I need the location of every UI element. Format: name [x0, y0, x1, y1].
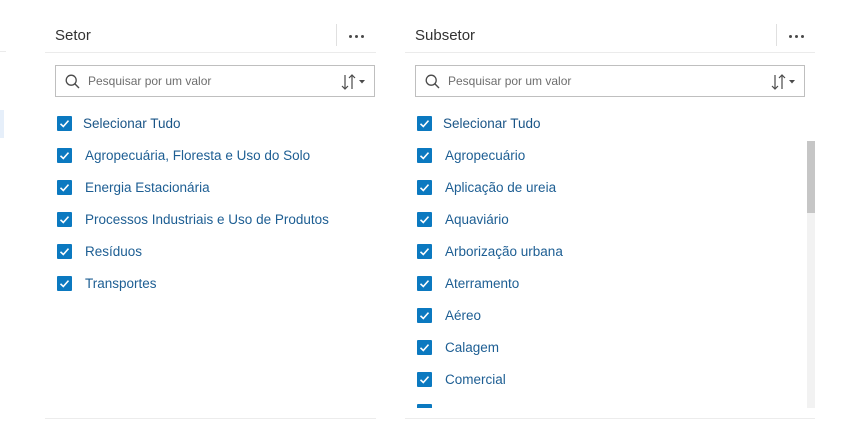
search-box	[415, 65, 805, 97]
checkbox-checked-icon[interactable]	[57, 148, 72, 163]
list-item[interactable]: Comercial	[417, 369, 815, 401]
more-options-button[interactable]	[345, 26, 369, 46]
checkbox-checked-icon[interactable]	[57, 244, 72, 259]
list-item[interactable]: Aterramento	[417, 273, 815, 305]
search-input[interactable]	[88, 72, 323, 90]
checkbox-checked-icon[interactable]	[417, 116, 432, 131]
sort-icon	[341, 74, 365, 90]
checkbox-checked-icon[interactable]	[417, 308, 432, 323]
list-item-label: Agropecuária, Floresta e Uso do Solo	[85, 148, 311, 163]
list-item[interactable]: Aplicação de ureia	[417, 177, 815, 209]
list-item-label: Agropecuário	[445, 148, 526, 163]
sort-icon	[771, 74, 795, 90]
panel-title: Subsetor	[415, 27, 476, 44]
panel-header: Setor	[45, 0, 376, 53]
value-list: Selecionar Tudo Agropecuário Aplicação d…	[417, 113, 815, 408]
more-horizontal-icon	[349, 35, 352, 38]
setor-filter-panel: Setor Selecionar Tudo	[45, 0, 376, 448]
list-item[interactable]: Agropecuário	[417, 145, 815, 177]
value-list-viewport: Selecionar Tudo Agropecuário Aplicação d…	[405, 113, 815, 408]
search-box	[55, 65, 375, 97]
checkbox-checked-icon[interactable]	[417, 404, 432, 408]
checkbox-checked-icon[interactable]	[417, 212, 432, 227]
header-divider	[336, 24, 337, 46]
checkbox-checked-icon[interactable]	[57, 276, 72, 291]
checkbox-checked-icon[interactable]	[417, 276, 432, 291]
list-item-label: Transportes	[85, 276, 157, 291]
list-item[interactable]: Agropecuária, Floresta e Uso do Solo	[57, 145, 376, 177]
list-item-label: Processos Industriais e Uso de Produtos	[85, 212, 329, 227]
checkbox-checked-icon[interactable]	[417, 180, 432, 195]
checkbox-checked-icon[interactable]	[417, 244, 432, 259]
list-item[interactable]: Calagem	[417, 337, 815, 369]
list-item-label: Calagem	[445, 340, 500, 355]
checkbox-checked-icon[interactable]	[417, 340, 432, 355]
list-item[interactable]: Aéreo	[417, 305, 815, 337]
checkbox-checked-icon[interactable]	[417, 148, 432, 163]
search-icon	[65, 74, 80, 89]
more-options-button[interactable]	[785, 26, 809, 46]
list-item-label: Aterramento	[445, 276, 520, 291]
checkbox-checked-icon[interactable]	[57, 180, 72, 195]
scrollbar-thumb[interactable]	[807, 141, 815, 213]
left-edge-divider	[0, 51, 6, 52]
list-item-label: Arborização urbana	[445, 244, 563, 259]
left-edge-selection-indicator	[0, 110, 4, 138]
list-item[interactable]: Aquaviário	[417, 209, 815, 241]
value-list: Selecionar Tudo Agropecuária, Floresta e…	[57, 113, 376, 305]
scrollbar[interactable]	[807, 141, 815, 408]
list-item[interactable]: Transportes	[57, 273, 376, 305]
panel-title: Setor	[55, 27, 91, 44]
list-item-label: Comercial	[445, 372, 506, 387]
search-icon	[425, 74, 440, 89]
select-all-item[interactable]: Selecionar Tudo	[57, 113, 376, 145]
list-item-partial[interactable]	[417, 401, 815, 408]
sort-button[interactable]	[340, 72, 370, 92]
sort-button[interactable]	[770, 72, 800, 92]
checkbox-checked-icon[interactable]	[57, 212, 72, 227]
panel-header: Subsetor	[405, 0, 815, 53]
header-divider	[776, 24, 777, 46]
more-horizontal-icon	[789, 35, 792, 38]
list-item-label: Resíduos	[85, 244, 143, 259]
list-item[interactable]: Resíduos	[57, 241, 376, 273]
list-item[interactable]: Processos Industriais e Uso de Produtos	[57, 209, 376, 241]
list-item[interactable]: Energia Estacionária	[57, 177, 376, 209]
checkbox-checked-icon[interactable]	[417, 372, 432, 387]
checkbox-checked-icon[interactable]	[57, 116, 72, 131]
list-item-label: Energia Estacionária	[85, 180, 210, 195]
select-all-label: Selecionar Tudo	[443, 116, 541, 131]
select-all-label: Selecionar Tudo	[83, 116, 181, 131]
panel-bottom-divider	[405, 418, 815, 419]
list-item-label: Aplicação de ureia	[445, 180, 557, 195]
select-all-item[interactable]: Selecionar Tudo	[417, 113, 815, 145]
list-item-label: Aéreo	[445, 308, 482, 323]
subsetor-filter-panel: Subsetor Selecionar Tudo	[405, 0, 815, 448]
list-item[interactable]: Arborização urbana	[417, 241, 815, 273]
search-input[interactable]	[448, 72, 748, 90]
list-item-label: Aquaviário	[445, 212, 509, 227]
panel-bottom-divider	[45, 418, 376, 419]
